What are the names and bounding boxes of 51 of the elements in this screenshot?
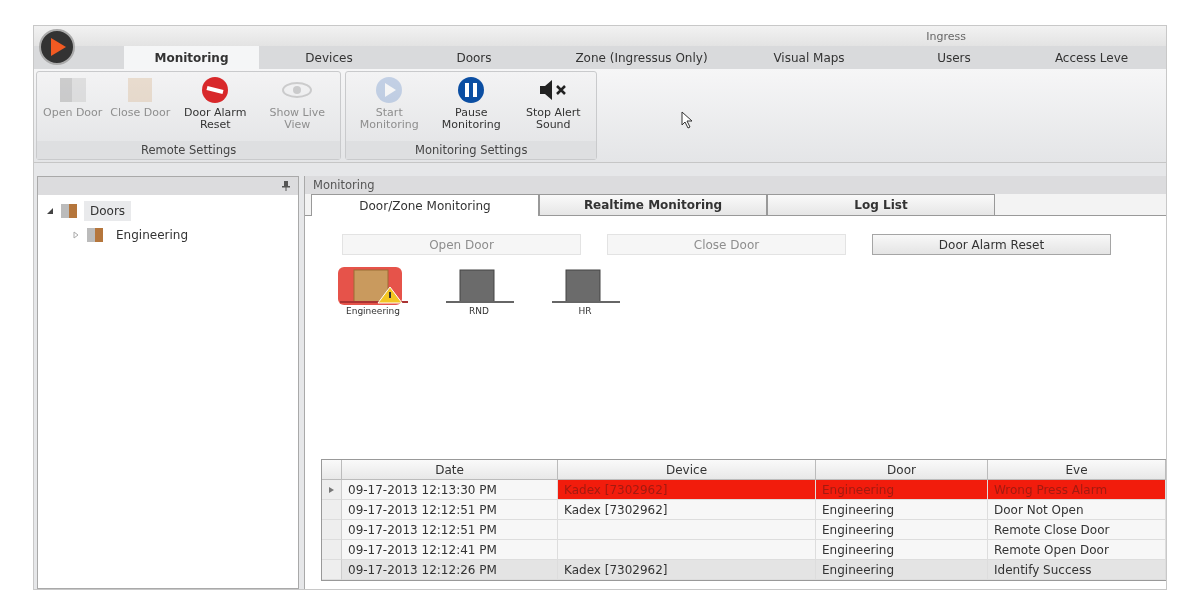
table-cell: Wrong Press Alarm [988,480,1166,500]
ribbon-tab[interactable]: Devices [259,46,399,69]
ribbon-tab[interactable]: Visual Maps [734,46,884,69]
table-corner [322,460,342,480]
ribbon-button[interactable]: Stop Alert Sound [512,76,595,141]
table-cell: Identify Success [988,560,1166,580]
table-cell: Engineering [816,560,988,580]
table-cell: Engineering [816,540,988,560]
door-folder-icon [86,227,104,243]
tree-item[interactable]: Engineering [110,225,194,245]
group-title: Monitoring Settings [346,141,597,159]
ribbon-button[interactable]: Door Alarm Reset [174,76,257,141]
ribbon-button[interactable]: Pause Monitoring [430,76,513,141]
table-cell: Remote Open Door [988,540,1166,560]
sub-tab[interactable]: Log List [767,194,995,215]
window-title: Ingress [926,29,966,43]
table-cell: Door Not Open [988,500,1166,520]
ribbon-tab[interactable]: Doors [399,46,549,69]
collapse-arrow-icon[interactable] [46,207,54,215]
door-label: RND [469,306,489,316]
ribbon-tab[interactable]: Zone (Ingressus Only) [549,46,734,69]
table-cell: Engineering [816,480,988,500]
column-header[interactable]: Door [816,460,988,480]
table-cell: 09-17-2013 12:13:30 PM [342,480,558,500]
tree-item[interactable]: Doors [84,201,132,221]
sub-tab[interactable]: Realtime Monitoring [539,194,767,215]
table-cell: Kadex [7302962] [558,480,816,500]
ribbon-tab[interactable]: Users [884,46,1024,69]
table-cell: 09-17-2013 12:12:26 PM [342,560,558,580]
table-cell: Kadex [7302962] [558,560,816,580]
panel-header: Monitoring [305,176,1166,194]
column-header[interactable]: Device [558,460,816,480]
door-label: HR [578,306,592,316]
table-cell: 09-17-2013 12:12:41 PM [342,540,558,560]
table-cell: Engineering [816,520,988,540]
column-header[interactable]: Eve [988,460,1166,480]
ribbon-tab[interactable]: Monitoring [124,46,259,69]
pin-icon[interactable] [282,181,290,191]
sub-tab[interactable]: Door/Zone Monitoring [311,194,539,216]
door-folder-icon [60,203,78,219]
action-button[interactable]: Door Alarm Reset [872,234,1111,255]
table-cell: 09-17-2013 12:12:51 PM [342,500,558,520]
group-title: Remote Settings [37,141,341,159]
table-cell: Kadex [7302962] [558,500,816,520]
table-cell: Engineering [816,500,988,520]
table-cell: 09-17-2013 12:12:51 PM [342,520,558,540]
ribbon-tab[interactable]: Access Leve [1024,46,1159,69]
row-pointer-icon [329,486,334,493]
column-header[interactable]: Date [342,460,558,480]
table-cell: Remote Close Door [988,520,1166,540]
door-label: Engineering [346,306,400,316]
